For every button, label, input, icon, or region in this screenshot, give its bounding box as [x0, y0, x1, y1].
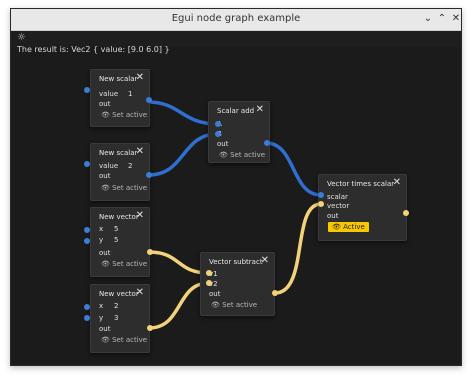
x-label: x [99, 302, 104, 310]
close-icon[interactable]: ✕ [136, 210, 144, 221]
input-a-port[interactable] [215, 121, 221, 127]
close-icon[interactable]: ✕ [393, 177, 401, 188]
node-new-scalar-2[interactable]: New scalar ✕ value 2 out 👁 Set active [90, 143, 150, 201]
node-title: New vector [99, 213, 139, 221]
node-new-vector-1[interactable]: New vector ✕ x 5 y 5 out 👁 Set active [90, 207, 150, 277]
input-vector-port[interactable] [318, 201, 324, 207]
x-value-field[interactable]: 2 [114, 302, 118, 310]
input-v1-port[interactable] [206, 270, 212, 276]
output-label: out [99, 249, 111, 257]
set-active-button[interactable]: 👁 Set active [101, 111, 147, 119]
output-port[interactable] [146, 172, 152, 178]
input-port[interactable] [84, 87, 90, 93]
x-label: x [99, 225, 104, 233]
input-port[interactable] [84, 238, 90, 244]
output-port[interactable] [147, 249, 153, 255]
node-title: Scalar add [217, 107, 255, 115]
x-value-field[interactable]: 5 [114, 225, 118, 233]
input-v2-port[interactable] [206, 280, 212, 286]
output-port[interactable] [147, 325, 153, 331]
app-window: Egui node graph example ⌄ ⌃ ✕ ☼ The resu… [10, 8, 462, 366]
output-label: out [209, 290, 221, 298]
input-scalar-label: scalar [327, 193, 348, 201]
close-icon[interactable]: ✕ [256, 104, 264, 115]
node-title: Vector subtract [209, 258, 263, 266]
node-title: New scalar [99, 149, 138, 157]
node-new-scalar-1[interactable]: New scalar ✕ value 1 out 👁 Set active [90, 69, 150, 127]
input-scalar-port[interactable] [318, 192, 324, 198]
node-vector-times-scalar[interactable]: Vector times scalar ✕ scalar vector out … [318, 174, 407, 241]
output-port[interactable] [264, 140, 270, 146]
node-title: New vector [99, 290, 139, 298]
set-active-button[interactable]: 👁 Set active [101, 336, 147, 344]
output-label: out [217, 140, 229, 148]
set-active-button[interactable]: 👁 Set active [101, 184, 147, 192]
input-label: value [99, 162, 119, 170]
active-badge[interactable]: 👁 Active [328, 222, 369, 232]
y-label: y [99, 236, 104, 244]
value-field[interactable]: 2 [128, 162, 132, 170]
input-b-port[interactable] [215, 131, 221, 137]
y-label: y [99, 314, 104, 322]
output-label: out [99, 100, 111, 108]
input-vector-label: vector [327, 202, 350, 210]
set-active-button[interactable]: 👁 Set active [219, 151, 265, 159]
output-label: out [99, 325, 111, 333]
close-icon[interactable]: ✕ [136, 287, 144, 298]
input-port[interactable] [84, 227, 90, 233]
output-port[interactable] [403, 210, 409, 216]
wire-add-to-scalar [265, 141, 322, 197]
input-port[interactable] [84, 315, 90, 321]
output-port[interactable] [146, 97, 152, 103]
y-value-field[interactable]: 5 [114, 236, 118, 244]
input-port[interactable] [84, 161, 90, 167]
close-icon[interactable]: ✕ [261, 255, 269, 266]
output-label: out [99, 172, 111, 180]
input-label: value [99, 90, 119, 98]
wire-subtract-to-vector [274, 202, 322, 295]
close-icon[interactable]: ✕ [136, 146, 144, 157]
node-new-vector-2[interactable]: New vector ✕ x 2 y 3 out 👁 Set active [90, 284, 150, 353]
value-field[interactable]: 1 [128, 90, 132, 98]
close-icon[interactable]: ✕ [136, 72, 144, 83]
y-value-field[interactable]: 3 [114, 314, 118, 322]
node-title: New scalar [99, 75, 138, 83]
input-port[interactable] [84, 304, 90, 310]
set-active-button[interactable]: 👁 Set active [211, 301, 257, 309]
set-active-button[interactable]: 👁 Set active [101, 260, 147, 268]
output-label: out [327, 212, 339, 220]
node-title: Vector times scalar [327, 180, 395, 188]
output-port[interactable] [272, 290, 278, 296]
